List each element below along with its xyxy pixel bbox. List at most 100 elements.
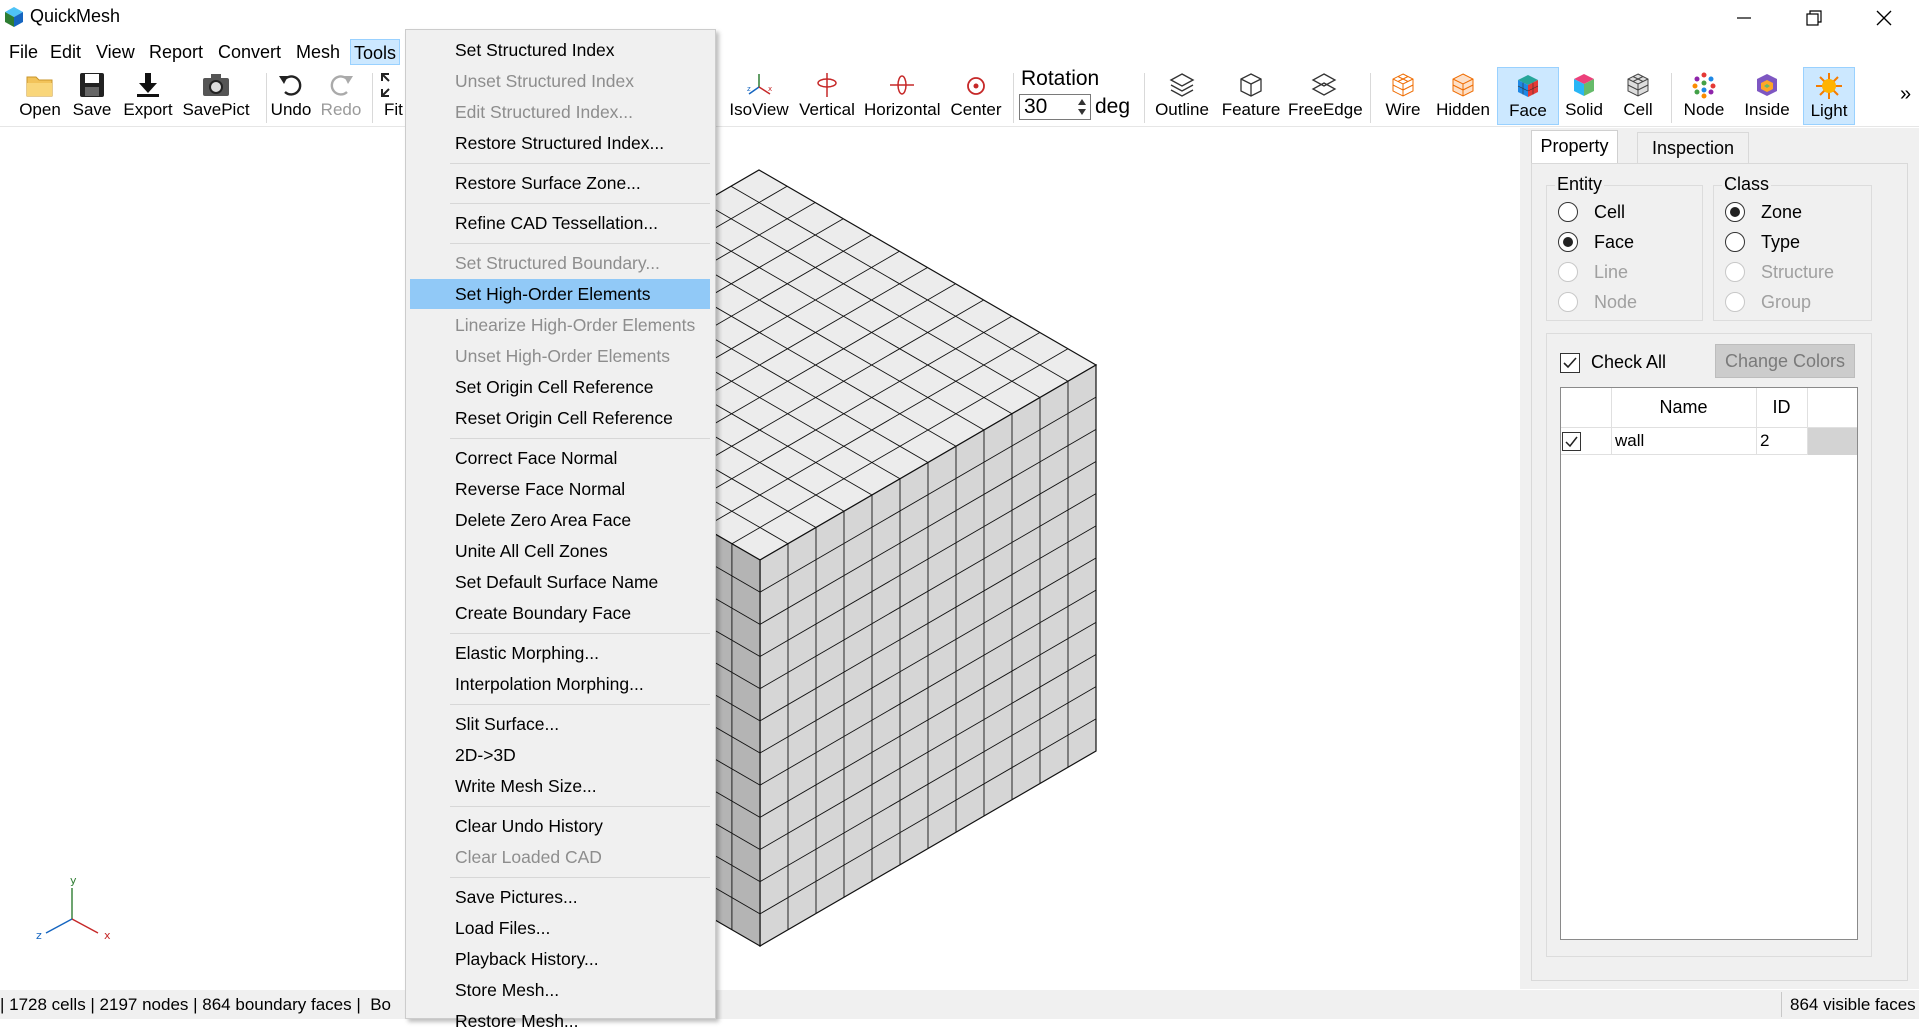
menu-file[interactable]: File [6, 39, 41, 65]
radio-entity-face[interactable]: Face [1558, 230, 1634, 254]
menu-item[interactable]: Reverse Face Normal [410, 474, 710, 504]
menu-item[interactable]: Unset Structured Index [410, 66, 710, 96]
inside-button[interactable]: Inside [1741, 67, 1793, 125]
menu-item[interactable]: Store Mesh... [410, 975, 710, 1005]
menu-item[interactable]: Set Structured Index [410, 35, 710, 65]
menu-item[interactable]: Save Pictures... [410, 882, 710, 912]
wire-button[interactable]: Wire [1379, 67, 1427, 125]
menu-item[interactable]: Set Origin Cell Reference [410, 372, 710, 402]
menu-item[interactable]: Write Mesh Size... [410, 771, 710, 801]
hidden-button[interactable]: Hidden [1432, 67, 1494, 125]
axis-z-label: z [36, 929, 42, 942]
menu-view[interactable]: View [93, 39, 138, 65]
open-button[interactable]: Open [14, 67, 66, 125]
menu-item[interactable]: Linearize High-Order Elements [410, 310, 710, 340]
menu-item[interactable]: Restore Structured Index... [410, 128, 710, 158]
menu-item[interactable]: 2D->3D [410, 740, 710, 770]
zone-list-group: Check All Change Colors Name ID wall 2 [1546, 333, 1872, 957]
close-button[interactable] [1849, 0, 1919, 35]
face-button[interactable]: Face [1497, 67, 1559, 125]
outline-button[interactable]: Outline [1151, 67, 1213, 125]
axis-triad: y x z [36, 874, 111, 942]
row-color-swatch[interactable] [1807, 428, 1857, 455]
fit-button[interactable]: Fit [378, 67, 404, 125]
menu-item[interactable]: Restore Surface Zone... [410, 168, 710, 198]
radio-dot [1725, 292, 1745, 312]
column-header-id[interactable]: ID [1756, 397, 1807, 418]
menu-item[interactable]: Unset High-Order Elements [410, 341, 710, 371]
toolbar-overflow-chevron[interactable]: » [1900, 83, 1911, 106]
menu-item[interactable]: Reset Origin Cell Reference [410, 403, 710, 433]
radio-class-type[interactable]: Type [1725, 230, 1800, 254]
radio-entity-node[interactable]: Node [1558, 290, 1637, 314]
center-button[interactable]: Center [948, 67, 1004, 125]
menu-report[interactable]: Report [146, 39, 206, 65]
menu-item[interactable]: Set High-Order Elements [410, 279, 710, 309]
camera-icon [203, 74, 229, 96]
feature-button[interactable]: Feature [1217, 67, 1285, 125]
menu-item[interactable]: Create Boundary Face [410, 598, 710, 628]
class-group-title: Class [1722, 174, 1772, 195]
menu-item[interactable]: Restore Mesh... [410, 1006, 710, 1036]
savepict-button[interactable]: SavePict [180, 67, 252, 125]
menu-mesh[interactable]: Mesh [293, 39, 343, 65]
menu-item[interactable]: Elastic Morphing... [410, 638, 710, 668]
freeedge-button[interactable]: FreeEdge [1288, 67, 1363, 125]
mesh-viewport[interactable]: y x z [0, 128, 1520, 990]
radio-label: Line [1594, 262, 1629, 282]
outline-label: Outline [1155, 100, 1209, 119]
radio-class-structure[interactable]: Structure [1725, 260, 1834, 284]
menu-item[interactable]: Unite All Cell Zones [410, 536, 710, 566]
svg-text:x: x [768, 85, 772, 93]
column-header-name[interactable]: Name [1611, 397, 1756, 418]
menu-item[interactable]: Slit Surface... [410, 709, 710, 739]
check-all-checkbox[interactable] [1560, 353, 1580, 373]
row-checkbox[interactable] [1562, 432, 1581, 451]
menu-item[interactable]: Delete Zero Area Face [410, 505, 710, 535]
radio-class-zone[interactable]: Zone [1725, 200, 1802, 224]
radio-class-group[interactable]: Group [1725, 290, 1811, 314]
horizontal-rotate-icon [890, 75, 914, 95]
radio-entity-cell[interactable]: Cell [1558, 200, 1625, 224]
menu-item[interactable]: Set Default Surface Name [410, 567, 710, 597]
menu-item[interactable]: Interpolation Morphing... [410, 669, 710, 699]
menu-item[interactable]: Set Structured Boundary... [410, 248, 710, 278]
minimize-button[interactable] [1709, 0, 1779, 35]
radio-entity-line[interactable]: Line [1558, 260, 1628, 284]
table-row[interactable]: wall 2 [1561, 428, 1857, 455]
undo-button[interactable]: Undo [268, 67, 314, 125]
change-colors-button[interactable]: Change Colors [1715, 344, 1855, 378]
isoview-button[interactable]: zx IsoView [726, 67, 792, 125]
restore-button[interactable] [1779, 0, 1849, 35]
tab-property[interactable]: Property [1531, 130, 1618, 164]
menu-item[interactable]: Refine CAD Tessellation... [410, 208, 710, 238]
light-button[interactable]: Light [1803, 67, 1855, 125]
fit-view-icon [381, 73, 390, 97]
tab-inspection[interactable]: Inspection [1637, 132, 1749, 164]
horizontal-button[interactable]: Horizontal [864, 67, 941, 125]
menu-item[interactable]: Correct Face Normal [410, 443, 710, 473]
solid-button[interactable]: Solid [1561, 67, 1607, 125]
menu-item[interactable]: Clear Undo History [410, 811, 710, 841]
menu-item[interactable]: Clear Loaded CAD [410, 842, 710, 872]
folder-icon [26, 76, 53, 97]
menu-separator [450, 806, 710, 807]
redo-button[interactable]: Redo [318, 67, 364, 125]
menu-tools[interactable]: Tools [350, 39, 401, 65]
export-button[interactable]: Export [118, 67, 178, 125]
cell-button[interactable]: Cell [1617, 67, 1659, 125]
menu-convert[interactable]: Convert [215, 39, 284, 65]
rotation-spinbox[interactable]: 30 [1019, 94, 1091, 120]
menu-edit[interactable]: Edit [47, 39, 84, 65]
vertical-button[interactable]: Vertical [797, 67, 857, 125]
node-button[interactable]: Node [1678, 67, 1730, 125]
toolbar-separator [266, 73, 267, 123]
menu-item[interactable]: Playback History... [410, 944, 710, 974]
menu-item[interactable]: Load Files... [410, 913, 710, 943]
class-group: Class Zone Type Structure Group [1713, 174, 1872, 321]
spin-arrows-icon[interactable] [1076, 97, 1088, 117]
save-button[interactable]: Save [68, 67, 116, 125]
property-tab-body: Entity Cell Face Line Node Class Zone Ty… [1531, 163, 1908, 981]
tools-menu-dropdown: Set Structured Index Unset Structured Ind… [405, 29, 716, 1031]
menu-item[interactable]: Edit Structured Index... [410, 97, 710, 127]
